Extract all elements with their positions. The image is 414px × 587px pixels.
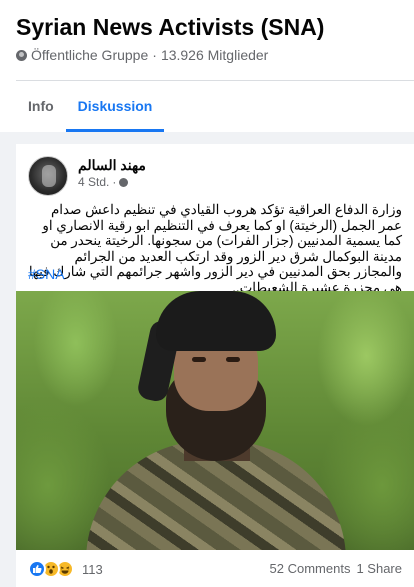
post-time[interactable]: 4 Std. — [78, 175, 109, 189]
group-title[interactable]: Syrian News Activists (SNA) — [16, 14, 324, 41]
group-header: Syrian News Activists (SNA) Öffentliche … — [0, 0, 414, 132]
group-privacy: Öffentliche Gruppe — [31, 47, 149, 63]
reaction-count: 113 — [82, 561, 103, 577]
like-reaction-icon — [28, 560, 46, 578]
post-text: وزارة الدفاع العراقية تؤكد هروب القيادي … — [28, 202, 402, 295]
avatar[interactable] — [28, 156, 68, 196]
meta-separator: · — [152, 47, 157, 63]
photo-figure-eye — [192, 357, 206, 362]
group-members[interactable]: 13.926 Mitglieder — [161, 47, 268, 63]
group-meta: Öffentliche Gruppe · 13.926 Mitglieder — [16, 47, 268, 63]
post-photo[interactable] — [16, 291, 414, 550]
post-hashtag[interactable]: #SNA — [28, 266, 65, 282]
reaction-summary[interactable]: 113 — [28, 560, 103, 578]
photo-figure-eye — [226, 357, 240, 362]
globe-icon — [119, 177, 129, 187]
tab-discussion[interactable]: Diskussion — [65, 81, 165, 132]
shares-count[interactable]: 1 Share — [356, 561, 402, 576]
feed-post: مهند السالم 4 Std. · وزارة الدفاع العراق… — [16, 144, 414, 587]
photo-figure-headscarf — [156, 291, 276, 351]
post-author[interactable]: مهند السالم — [78, 157, 146, 174]
comments-count[interactable]: 52 Comments — [270, 561, 351, 576]
group-tabs: Info Diskussion — [16, 81, 165, 132]
tab-info[interactable]: Info — [16, 81, 66, 132]
globe-icon — [16, 49, 27, 61]
post-stats: 52 Comments 1 Share — [270, 561, 402, 576]
time-separator: · — [112, 175, 117, 189]
post-timestamp-row: 4 Std. · — [78, 175, 129, 189]
